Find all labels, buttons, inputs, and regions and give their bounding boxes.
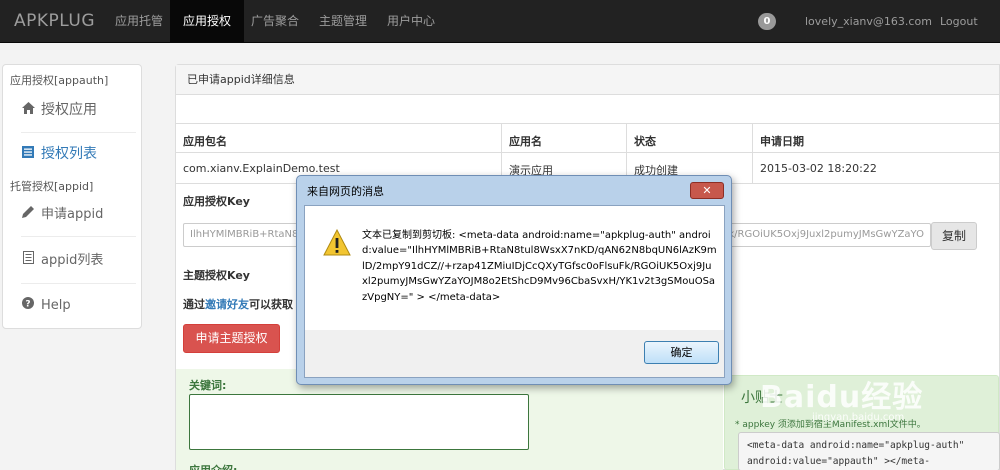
sidebar-item-auth-app[interactable]: 授权应用 — [21, 89, 136, 131]
sidebar-item-appid-list[interactable]: appid列表 — [21, 239, 136, 281]
copy-button[interactable]: 复制 — [931, 222, 977, 250]
keyword-input[interactable] — [189, 394, 529, 450]
table-border — [176, 152, 999, 153]
app-key-label: 应用授权Key — [183, 195, 250, 208]
table-border — [176, 123, 999, 124]
sidebar: 应用授权[appauth] 授权应用 授权列表 托管授权[appid] 申请ap… — [2, 64, 142, 329]
question-icon: ? — [21, 284, 35, 326]
sidebar-item-label: 授权列表 — [41, 146, 97, 162]
tips-code-snippet[interactable]: <meta-data android:name="apkplug-auth" a… — [738, 432, 1000, 470]
sidebar-item-label: 申请appid — [41, 207, 104, 222]
sidebar-divider — [21, 236, 136, 237]
dialog-title: 来自网页的消息 — [307, 185, 384, 198]
notification-badge[interactable]: 0 — [758, 13, 776, 30]
nav-item-app-auth[interactable]: 应用授权 — [170, 0, 245, 43]
panel-title: 已申请appid详细信息 — [176, 65, 999, 95]
baidu-watermark-url: jingyan.baidu.com — [812, 412, 905, 423]
sidebar-item-label: appid列表 — [41, 253, 104, 268]
sidebar-item-help[interactable]: ? Help — [21, 284, 136, 326]
help-suffix: 可以获取 — [249, 298, 293, 311]
table-header-date: 申请日期 — [760, 135, 804, 148]
sidebar-item-apply-appid[interactable]: 申请appid — [21, 193, 136, 235]
top-navbar: APKPLUG 应用托管 应用授权 广告聚合 主题管理 用户中心 0 lovel… — [0, 0, 1000, 43]
sidebar-group-title-appid: 托管授权[appid] — [10, 180, 94, 193]
table-cell-package: com.xianv.ExplainDemo.test — [183, 162, 340, 175]
invite-help-text: 通过邀请好友可以获取 — [183, 296, 293, 312]
nav-item-ad-aggregation[interactable]: 广告聚合 — [238, 0, 312, 43]
app-key-value-end: k/RGOiUK5Oxj9Juxl2pumyJMsGwYZaYO — [728, 229, 924, 240]
close-icon[interactable]: ✕ — [690, 182, 724, 199]
sidebar-item-label: 授权应用 — [41, 102, 97, 118]
table-column-divider — [626, 123, 627, 183]
table-column-divider — [501, 123, 502, 183]
nav-item-theme-management[interactable]: 主题管理 — [306, 0, 380, 43]
keyword-label: 关键词: — [189, 379, 227, 392]
theme-key-label: 主题授权Key — [183, 269, 250, 282]
app-intro-label: 应用介绍: — [189, 462, 237, 470]
app-key-value-start: IlhHYMlMBRiB+RtaN8tu — [190, 229, 309, 240]
logout-link[interactable]: Logout — [940, 0, 978, 43]
sidebar-group-title-appauth: 应用授权[appauth] — [10, 74, 109, 87]
file-icon — [21, 239, 35, 281]
warning-icon — [323, 229, 351, 256]
brand-logo[interactable]: APKPLUG — [14, 11, 95, 31]
sidebar-item-auth-list[interactable]: 授权列表 — [21, 133, 136, 175]
list-icon — [21, 133, 35, 175]
help-prefix: 通过 — [183, 298, 205, 311]
invite-friends-link[interactable]: 邀请好友 — [205, 298, 249, 311]
svg-text:?: ? — [25, 300, 30, 310]
nav-item-app-hosting[interactable]: 应用托管 — [102, 0, 176, 43]
table-cell-date: 2015-03-02 18:20:22 — [760, 162, 877, 175]
user-email-link[interactable]: lovely_xianv@163.com — [805, 0, 932, 43]
dialog-content: 文本已复制到剪切板: <meta-data android:name="apkp… — [305, 206, 724, 330]
table-column-divider — [752, 123, 753, 183]
pencil-icon — [21, 193, 35, 235]
baidu-watermark: Baidu经验 — [760, 380, 924, 415]
dialog-body: 文本已复制到剪切板: <meta-data android:name="apkp… — [304, 205, 725, 378]
apply-theme-auth-button[interactable]: 申请主题授权 — [183, 324, 280, 353]
nav-item-user-center[interactable]: 用户中心 — [374, 0, 448, 43]
ok-button[interactable]: 确定 — [644, 341, 719, 364]
table-header-app-name: 应用名 — [509, 135, 542, 148]
sidebar-item-label: Help — [41, 298, 71, 313]
message-dialog: 来自网页的消息 ✕ 文本已复制到剪切板: <meta-data android:… — [296, 175, 732, 385]
dialog-message: 文本已复制到剪切板: <meta-data android:name="apkp… — [362, 230, 717, 303]
table-header-package: 应用包名 — [183, 135, 227, 148]
table-header-status: 状态 — [634, 135, 656, 148]
home-icon — [21, 89, 35, 131]
